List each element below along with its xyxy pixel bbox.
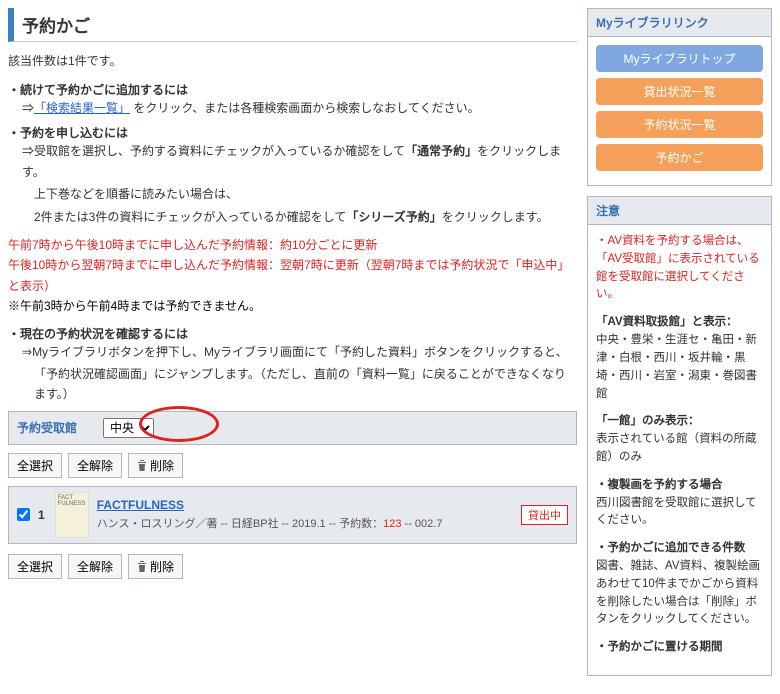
trash-icon — [137, 561, 147, 572]
reservation-status-link[interactable]: 予約状況一覧 — [596, 111, 763, 138]
item-title-link[interactable]: FACTFULNESS — [97, 498, 443, 512]
page-title: 予約かご — [8, 8, 577, 42]
section-line: Myライブラリボタンを押下し、Myライブラリ画面にて「予約した資料」ボタンをクリ… — [8, 342, 577, 362]
item-header: 1 FACT FULNESS FACTFULNESS ハンス・ロスリング／著 -… — [9, 487, 576, 543]
text: -- 002.7 — [401, 518, 442, 530]
trash-icon — [137, 460, 147, 471]
book-thumbnail: FACT FULNESS — [55, 492, 89, 538]
notice-av-libs: 「AV資料取扱館」と表示： 中央・豊栄・生涯セ・亀田・新津・白根・西川・坂井輪・黒… — [596, 314, 763, 403]
clear-all-button[interactable]: 全解除 — [68, 554, 122, 579]
notice-single-lib: 「一館」のみ表示： 表示されている館（資料の所蔵館）のみ — [596, 413, 763, 466]
pickup-label: 予約受取館 — [17, 419, 77, 436]
result-count: 該当件数は1件です。 — [8, 52, 577, 69]
text: 2件または3件の資料にチェックが入っているか確認をして — [34, 210, 346, 224]
select-all-button[interactable]: 全選択 — [8, 453, 62, 478]
notice-head: 「一館」のみ表示： — [596, 415, 700, 427]
text: 午前7時から午後10時までに申し込んだ予約情報：約10分ごとに更新 — [8, 235, 577, 255]
button-label: 削除 — [150, 457, 174, 474]
notice-cart-limit: ・予約かごに追加できる件数図書、雑誌、AV資料、複製絵画あわせて10件までかごか… — [596, 540, 763, 629]
item-meta: ハンス・ロスリング／著 -- 日経BP社 -- 2019.1 -- 予約数：12… — [97, 515, 443, 531]
bold-text: 「シリーズ予約」 — [346, 210, 441, 224]
section-line: 上下巻などを順番に読みたい場合は、 — [8, 184, 577, 204]
status-badge: 貸出中 — [521, 505, 568, 525]
button-row-bottom: 全選択 全解除 削除 — [8, 554, 577, 579]
section-line: 受取館を選択し、予約する資料にチェックが入っているか確認をして「通常予約」をクリ… — [8, 141, 577, 182]
delete-button[interactable]: 削除 — [128, 453, 183, 478]
notice-head: ・予約かごに置ける期間 — [596, 641, 723, 653]
notice-head: 「AV資料取扱館」と表示： — [596, 316, 738, 328]
arrow-icon — [22, 144, 34, 158]
section-head: ・現在の予約状況を確認するには — [8, 325, 577, 342]
update-schedule-notice: 午前7時から午後10時までに申し込んだ予約情報：約10分ごとに更新 午後10時か… — [8, 235, 577, 317]
text: をクリック、または各種検索画面から検索しなおしてください。 — [130, 101, 480, 115]
item-checkbox[interactable] — [17, 508, 30, 521]
section-line: 「検索結果一覧」 をクリック、または各種検索画面から検索しなおしてください。 — [8, 98, 577, 118]
delete-button[interactable]: 削除 — [128, 554, 183, 579]
arrow-icon — [22, 345, 32, 359]
pickup-library-row: 予約受取館 中央 — [8, 411, 577, 445]
notice-panel: 注意 ・AV資料を予約する場合は、「AV受取館」に表示されている館を受取館に選択… — [587, 196, 772, 676]
notice-head: ・複製画を予約する場合 — [596, 479, 723, 491]
section-apply: ・予約を申し込むには 受取館を選択し、予約する資料にチェックが入っているか確認を… — [8, 124, 577, 227]
notice-cart-duration: ・予約かごに置ける期間 — [596, 639, 763, 657]
text: ハンス・ロスリング／著 -- 日経BP社 -- 2019.1 -- 予約数： — [97, 518, 383, 530]
section-head: ・続けて予約かごに追加するには — [8, 81, 577, 98]
section-line: 「予約状況確認画面」にジャンプします。（ただし、直前の「資料一覧」に戻ることがで… — [8, 364, 577, 405]
mylibrary-top-link[interactable]: Myライブラリトップ — [596, 45, 763, 72]
panel-title: 注意 — [588, 197, 771, 225]
section-line: 2件または3件の資料にチェックが入っているか確認をして「シリーズ予約」をクリック… — [8, 207, 577, 227]
text: 表示されている館（資料の所蔵館）のみ — [596, 433, 757, 463]
section-check-status: ・現在の予約状況を確認するには Myライブラリボタンを押下し、Myライブラリ画面… — [8, 325, 577, 405]
text: 図書、雑誌、AV資料、複製絵画あわせて10件までかごから資料を削除したい場合は「… — [596, 560, 760, 625]
text: 中央・豊栄・生涯セ・亀田・新津・白根・西川・坂井輪・黒埼・西川・岩室・潟東・巻図… — [596, 334, 757, 399]
bold-text: 「通常予約」 — [405, 144, 477, 158]
mylibrary-links-panel: Myライブラリリンク Myライブラリトップ 貸出状況一覧 予約状況一覧 予約かご — [587, 8, 772, 186]
arrow-icon — [22, 101, 34, 115]
loan-status-link[interactable]: 貸出状況一覧 — [596, 78, 763, 105]
notice-av: ・AV資料を予約する場合は、「AV受取館」に表示されている館を受取館に選択してく… — [596, 233, 763, 304]
section-continue-add: ・続けて予約かごに追加するには 「検索結果一覧」 をクリック、または各種検索画面… — [8, 81, 577, 118]
reservation-count: 123 — [383, 518, 401, 530]
clear-all-button[interactable]: 全解除 — [68, 453, 122, 478]
section-head: ・予約を申し込むには — [8, 124, 577, 141]
text: ※午前3時から午前4時までは予約できません。 — [8, 296, 577, 316]
text: 午後10時から翌朝7時までに申し込んだ予約情報：翌朝7時に更新（翌朝7時までは予… — [8, 255, 577, 296]
reservation-item: 1 FACT FULNESS FACTFULNESS ハンス・ロスリング／著 -… — [8, 486, 577, 544]
text: Myライブラリボタンを押下し、Myライブラリ画面にて「予約した資料」ボタンをクリ… — [32, 345, 568, 359]
search-results-link[interactable]: 「検索結果一覧」 — [34, 101, 130, 115]
reservation-cart-link[interactable]: 予約かご — [596, 144, 763, 171]
pickup-library-select[interactable]: 中央 — [103, 418, 154, 438]
item-number: 1 — [38, 508, 45, 522]
button-row-top: 全選択 全解除 削除 — [8, 453, 577, 478]
notice-head: ・予約かごに追加できる件数 — [596, 542, 745, 554]
notice-reproduction: ・複製画を予約する場合西川図書館を受取館に選択してください。 — [596, 477, 763, 530]
select-all-button[interactable]: 全選択 — [8, 554, 62, 579]
panel-title: Myライブラリリンク — [588, 9, 771, 37]
text: をクリックします。 — [442, 210, 549, 224]
button-label: 削除 — [150, 558, 174, 575]
text: 受取館を選択し、予約する資料にチェックが入っているか確認をして — [34, 144, 405, 158]
text: 西川図書館を受取館に選択してください。 — [596, 497, 757, 527]
